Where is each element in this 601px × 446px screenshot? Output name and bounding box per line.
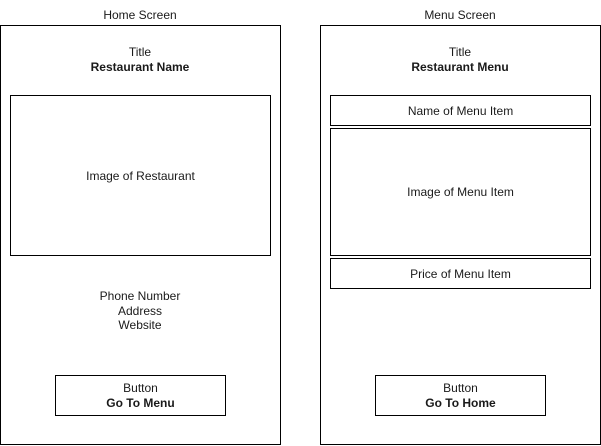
website-text: Website [118, 318, 162, 332]
go-to-home-button-caption: Button [443, 380, 478, 395]
home-title-caption: Title [128, 45, 152, 59]
go-to-menu-button-label: Go To Menu [106, 395, 175, 410]
restaurant-image-placeholder: Image of Restaurant [10, 95, 271, 256]
home-title-value: Restaurant Name [90, 60, 190, 74]
menu-item-price-text: Price of Menu Item [410, 266, 511, 281]
menu-item-name-text: Name of Menu Item [407, 103, 514, 118]
menu-item-image-text: Image of Menu Item [407, 185, 514, 199]
home-screen-label: Home Screen [103, 8, 177, 22]
go-to-home-button[interactable]: Button Go To Home [375, 375, 546, 416]
menu-title-caption: Title [448, 45, 472, 59]
menu-item-image-placeholder: Image of Menu Item [330, 128, 591, 256]
go-to-menu-button-caption: Button [123, 380, 158, 395]
restaurant-image-text: Image of Restaurant [86, 168, 195, 183]
menu-screen-label: Menu Screen [424, 8, 496, 22]
menu-item-price-box: Price of Menu Item [330, 258, 591, 289]
address-text: Address [117, 303, 163, 318]
go-to-home-button-label: Go To Home [425, 395, 496, 410]
phone-number-text: Phone Number [99, 289, 181, 303]
home-title-block: Title Restaurant Name [0, 45, 280, 75]
menu-title-block: Title Restaurant Menu [320, 45, 600, 75]
contact-info: Phone Number Address Website [0, 289, 280, 333]
menu-item-name-box: Name of Menu Item [330, 95, 591, 126]
menu-title-value: Restaurant Menu [411, 60, 509, 74]
go-to-menu-button[interactable]: Button Go To Menu [55, 375, 226, 416]
